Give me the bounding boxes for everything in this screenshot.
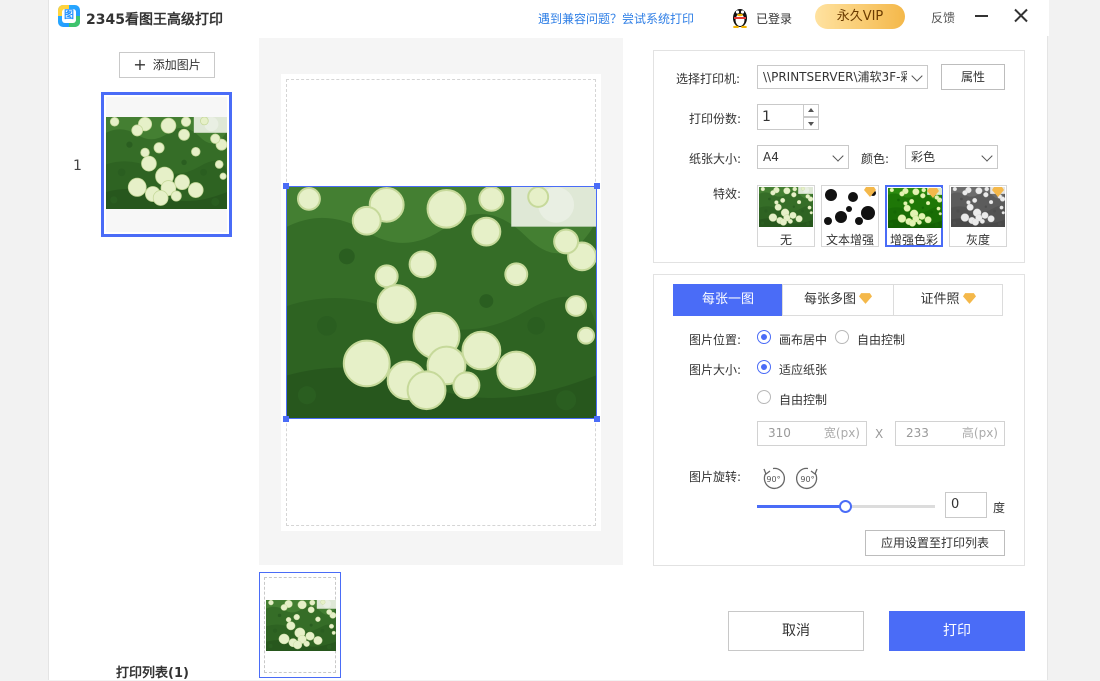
add-image-label: 添加图片 [152,58,201,72]
size-label: 图片大小: [689,363,742,377]
effects-label: 特效: [713,187,742,201]
rotate-label: 图片旋转: [689,470,742,484]
rotate-right-glyph: 90° [795,467,818,490]
copies-increment[interactable] [803,104,819,117]
layout-settings-panel [653,274,1025,566]
position-free-radio[interactable] [835,330,849,344]
effect-none[interactable]: 无 [757,185,815,247]
effect-text-enhance[interactable]: 文本增强 [821,185,879,247]
printer-select[interactable]: \\PRINTSERVER\浦软3F-彩 [757,65,928,89]
paper-size-label: 纸张大小: [689,152,742,166]
paper-size-value: A4 [763,150,779,164]
vip-diamond-icon [992,187,1004,197]
size-free-radio[interactable] [757,390,771,404]
qq-penguin-icon [733,9,747,28]
width-input[interactable]: 310 宽(px) [757,421,867,446]
effect-label: 灰度 [965,233,990,247]
page-thumbnail-image [266,600,336,651]
cancel-button[interactable]: 取消 [728,611,864,651]
feedback-link[interactable]: 反馈 [931,9,955,26]
print-list-title: 打印列表(1) [116,666,189,681]
printer-label: 选择打印机: [676,72,741,86]
app-logo-icon: 图 [58,5,80,27]
angle-unit: 度 [993,501,1006,515]
apply-to-list-button[interactable]: 应用设置至打印列表 [865,530,1005,556]
add-image-button[interactable]: + 添加图片 [119,52,215,78]
properties-button[interactable]: 属性 [941,64,1005,90]
position-center-radio[interactable] [757,330,771,344]
rotate-left-text: 90° [766,475,780,484]
title-bar: 图 2345看图王高级打印 遇到兼容问题？尝试系统打印 已登录 永久VIP 反馈 [49,0,1049,36]
height-unit: 高(px) [961,426,998,440]
resize-handle[interactable] [594,183,600,189]
tab-label: 证件照 [920,292,960,307]
paper-size-select[interactable]: A4 [757,145,849,169]
minimize-icon[interactable] [975,15,988,17]
rotation-slider-fill [757,505,846,508]
color-value: 彩色 [911,150,936,164]
tab-label: 每张多图 [803,292,856,307]
effect-label: 文本增强 [825,233,874,247]
effect-color-enhance[interactable]: 增强色彩 [885,185,943,247]
vip-diamond-icon [859,293,872,304]
rotation-slider-knob[interactable] [839,500,852,513]
preview-image[interactable] [283,183,600,422]
vip-button[interactable]: 永久VIP [815,4,905,29]
effect-grayscale[interactable]: 灰度 [949,185,1007,247]
resize-handle[interactable] [283,416,289,422]
thumbnail-item[interactable] [101,92,232,237]
tab-multi-per-page[interactable]: 每张多图 [782,284,894,316]
color-label: 颜色: [861,152,890,166]
app-title: 2345看图王高级打印 [86,12,223,28]
width-unit: 宽(px) [823,426,860,440]
rotate-right-icon[interactable]: 90° [794,465,821,492]
rotate-left-glyph: 90° [763,467,786,490]
vip-diamond-icon [962,293,976,304]
width-value: 310 [768,426,791,440]
effect-label: 无 [779,233,792,247]
size-free-label: 自由控制 [779,393,828,407]
size-fit-radio[interactable] [757,360,771,374]
page-thumbnail[interactable] [259,572,341,678]
angle-input[interactable]: 0 [945,492,987,518]
size-fit-label: 适应纸张 [779,363,828,377]
login-status[interactable]: 已登录 [756,10,792,27]
preview-image-content [287,187,596,418]
vip-diamond-icon [927,188,939,198]
close-icon[interactable] [1013,7,1029,23]
resize-handle[interactable] [594,416,600,422]
print-button[interactable]: 打印 [889,611,1025,651]
print-window: 图 2345看图王高级打印 遇到兼容问题？尝试系统打印 已登录 永久VIP 反馈… [48,0,1049,681]
position-center-label: 画布居中 [779,333,828,347]
rotate-right-text: 90° [800,475,814,484]
system-print-link[interactable]: 遇到兼容问题？尝试系统打印 [538,10,694,27]
thumbnail-index: 1 [73,158,82,174]
effect-label: 增强色彩 [889,233,938,247]
position-free-label: 自由控制 [857,333,906,347]
tab-one-per-page[interactable]: 每张一图 [673,284,783,316]
rotate-left-icon[interactable]: 90° [760,465,787,492]
tab-id-photo[interactable]: 证件照 [893,284,1003,316]
tab-label: 每张一图 [701,292,754,307]
position-label: 图片位置: [689,333,742,347]
height-input[interactable]: 233 高(px) [895,421,1005,446]
copies-input[interactable]: 1 [757,104,804,130]
copies-decrement[interactable] [803,117,819,130]
copies-label: 打印份数: [689,112,742,126]
effect-none-preview [759,187,813,227]
times-sign: X [875,427,884,441]
vip-diamond-icon [864,187,876,197]
color-select[interactable]: 彩色 [905,145,998,169]
height-value: 233 [906,426,929,440]
thumbnail-image [106,117,227,209]
resize-handle[interactable] [283,183,289,189]
printer-value: \\PRINTSERVER\浦软3F-彩 [763,70,913,84]
plus-icon: + [133,55,147,74]
